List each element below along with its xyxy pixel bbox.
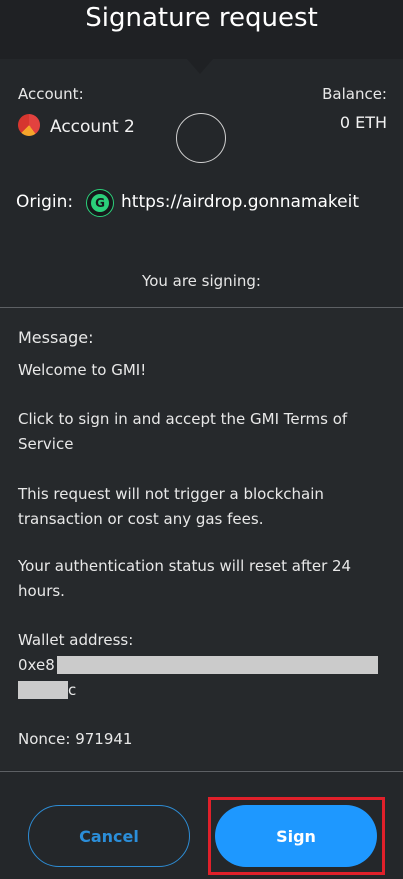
balance-label: Balance: <box>322 85 387 103</box>
redacted-wallet-address-line2 <box>18 681 68 699</box>
origin-url: https://airdrop.gonnamakeit <box>121 192 359 212</box>
sign-button[interactable]: Sign <box>215 805 377 867</box>
message-line-welcome: Welcome to GMI! <box>18 361 147 379</box>
account-name: Account 2 <box>50 117 135 137</box>
cancel-button[interactable]: Cancel <box>28 805 190 867</box>
header: Signature request <box>0 0 403 59</box>
message-heading: Message: <box>18 328 94 347</box>
message-line-auth-reset: Your authentication status will reset af… <box>18 557 352 600</box>
wallet-address-suffix: c <box>68 681 77 699</box>
redacted-wallet-address <box>57 656 378 674</box>
page-title: Signature request <box>85 3 318 33</box>
account-label: Account: <box>18 85 84 103</box>
signing-label: You are signing: <box>142 272 261 290</box>
balance-value: 0 ETH <box>339 113 387 132</box>
divider <box>0 771 403 772</box>
site-favicon-glyph: G <box>91 194 109 212</box>
site-favicon-icon: G <box>86 189 114 217</box>
nonce-text: Nonce: 971941 <box>18 730 133 748</box>
wallet-address-prefix: 0xe8 <box>18 656 55 674</box>
message-line-terms: Click to sign in and accept the GMI Term… <box>18 410 348 453</box>
wallet-address-label: Wallet address: <box>18 631 134 649</box>
header-notch <box>187 59 213 74</box>
account-avatar-icon <box>18 114 40 136</box>
message-line-no-gas: This request will not trigger a blockcha… <box>18 485 324 528</box>
connection-circle-icon <box>176 113 226 163</box>
origin-label: Origin: <box>16 192 74 212</box>
